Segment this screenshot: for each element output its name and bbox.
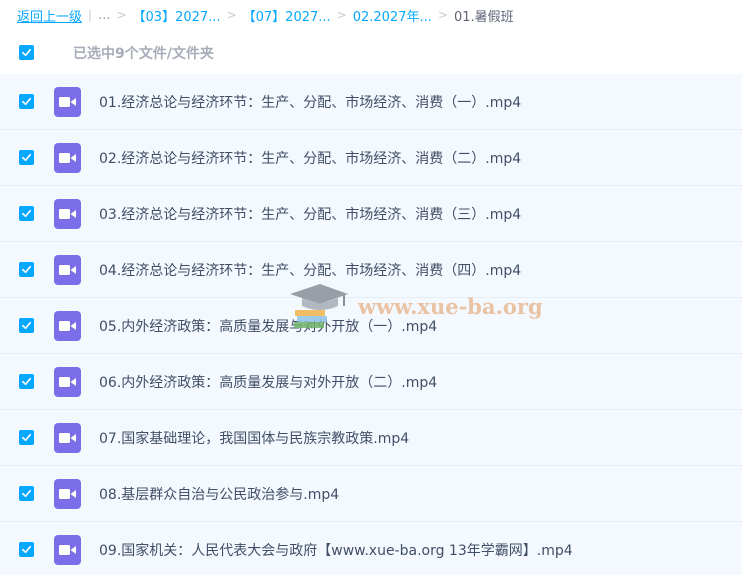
file-row[interactable]: 06.内外经济政策：高质量发展与对外开放（二）.mp4 [0, 354, 742, 410]
check-icon [22, 209, 31, 218]
file-checkbox[interactable] [19, 94, 34, 109]
file-name[interactable]: 08.基层群众自治与公民政治参与.mp4 [99, 484, 339, 504]
breadcrumb-separator: > [226, 8, 237, 22]
selection-bar: 已选中9个文件/文件夹 [0, 30, 742, 75]
back-link[interactable]: 返回上一级 [17, 6, 82, 25]
breadcrumb-separator: > [336, 8, 347, 22]
video-camera-icon [59, 489, 76, 499]
file-name[interactable]: 03.经济总论与经济环节：生产、分配、市场经济、消费（三）.mp4 [99, 204, 521, 224]
breadcrumb-separator: > [437, 8, 448, 22]
file-checkbox[interactable] [19, 150, 34, 165]
file-checkbox[interactable] [19, 542, 34, 557]
file-row[interactable]: 08.基层群众自治与公民政治参与.mp4 [0, 466, 742, 522]
breadcrumb-ellipsis[interactable]: ... [98, 8, 110, 23]
video-camera-icon [59, 433, 76, 443]
video-file-icon [54, 143, 81, 173]
file-checkbox[interactable] [19, 262, 34, 277]
breadcrumb-item[interactable]: 02.2027年... [353, 6, 432, 25]
file-name[interactable]: 01.经济总论与经济环节：生产、分配、市场经济、消费（一）.mp4 [99, 92, 521, 112]
file-row[interactable]: 03.经济总论与经济环节：生产、分配、市场经济、消费（三）.mp4 [0, 186, 742, 242]
breadcrumb-separator: > [116, 8, 127, 22]
selection-count-label: 已选中9个文件/文件夹 [73, 45, 214, 62]
video-camera-icon [59, 153, 76, 163]
check-icon [22, 265, 31, 274]
file-name[interactable]: 09.国家机关：人民代表大会与政府【www.xue-ba.org 13年学霸网】… [99, 540, 573, 560]
file-name[interactable]: 05.内外经济政策：高质量发展与对外开放（一）.mp4 [99, 316, 437, 336]
file-row[interactable]: 05.内外经济政策：高质量发展与对外开放（一）.mp4 [0, 298, 742, 354]
file-name[interactable]: 06.内外经济政策：高质量发展与对外开放（二）.mp4 [99, 372, 437, 392]
breadcrumb-item[interactable]: 【03】2027... [133, 6, 221, 25]
video-file-icon [54, 479, 81, 509]
file-checkbox[interactable] [19, 206, 34, 221]
file-row[interactable]: 04.经济总论与经济环节：生产、分配、市场经济、消费（四）.mp4 [0, 242, 742, 298]
file-row[interactable]: 01.经济总论与经济环节：生产、分配、市场经济、消费（一）.mp4 [0, 74, 742, 130]
file-checkbox[interactable] [19, 374, 34, 389]
video-camera-icon [59, 209, 76, 219]
file-checkbox[interactable] [19, 430, 34, 445]
video-file-icon [54, 423, 81, 453]
video-file-icon [54, 367, 81, 397]
breadcrumb-divider: | [88, 8, 93, 22]
check-icon [22, 321, 31, 330]
select-all-checkbox[interactable] [19, 45, 34, 60]
video-file-icon [54, 535, 81, 565]
video-file-icon [54, 255, 81, 285]
check-icon [22, 48, 31, 57]
file-checkbox[interactable] [19, 318, 34, 333]
file-name[interactable]: 02.经济总论与经济环节：生产、分配、市场经济、消费（二）.mp4 [99, 148, 521, 168]
breadcrumb: 返回上一级 | ... > 【03】2027... > 【07】2027... … [0, 0, 742, 30]
video-camera-icon [59, 545, 76, 555]
file-list: 01.经济总论与经济环节：生产、分配、市场经济、消费（一）.mp4 02.经济总论… [0, 74, 742, 575]
file-row[interactable]: 09.国家机关：人民代表大会与政府【www.xue-ba.org 13年学霸网】… [0, 522, 742, 575]
check-icon [22, 545, 31, 554]
video-file-icon [54, 311, 81, 341]
file-name[interactable]: 04.经济总论与经济环节：生产、分配、市场经济、消费（四）.mp4 [99, 260, 521, 280]
check-icon [22, 377, 31, 386]
video-camera-icon [59, 97, 76, 107]
breadcrumb-current: 01.暑假班 [453, 9, 514, 25]
check-icon [22, 97, 31, 106]
check-icon [22, 489, 31, 498]
file-checkbox[interactable] [19, 486, 34, 501]
breadcrumb-item[interactable]: 【07】2027... [243, 6, 331, 25]
video-file-icon [54, 199, 81, 229]
video-camera-icon [59, 265, 76, 275]
check-icon [22, 433, 31, 442]
video-file-icon [54, 87, 81, 117]
check-icon [22, 153, 31, 162]
video-camera-icon [59, 321, 76, 331]
file-row[interactable]: 07.国家基础理论，我国国体与民族宗教政策.mp4 [0, 410, 742, 466]
file-name[interactable]: 07.国家基础理论，我国国体与民族宗教政策.mp4 [99, 428, 409, 448]
file-row[interactable]: 02.经济总论与经济环节：生产、分配、市场经济、消费（二）.mp4 [0, 130, 742, 186]
video-camera-icon [59, 377, 76, 387]
